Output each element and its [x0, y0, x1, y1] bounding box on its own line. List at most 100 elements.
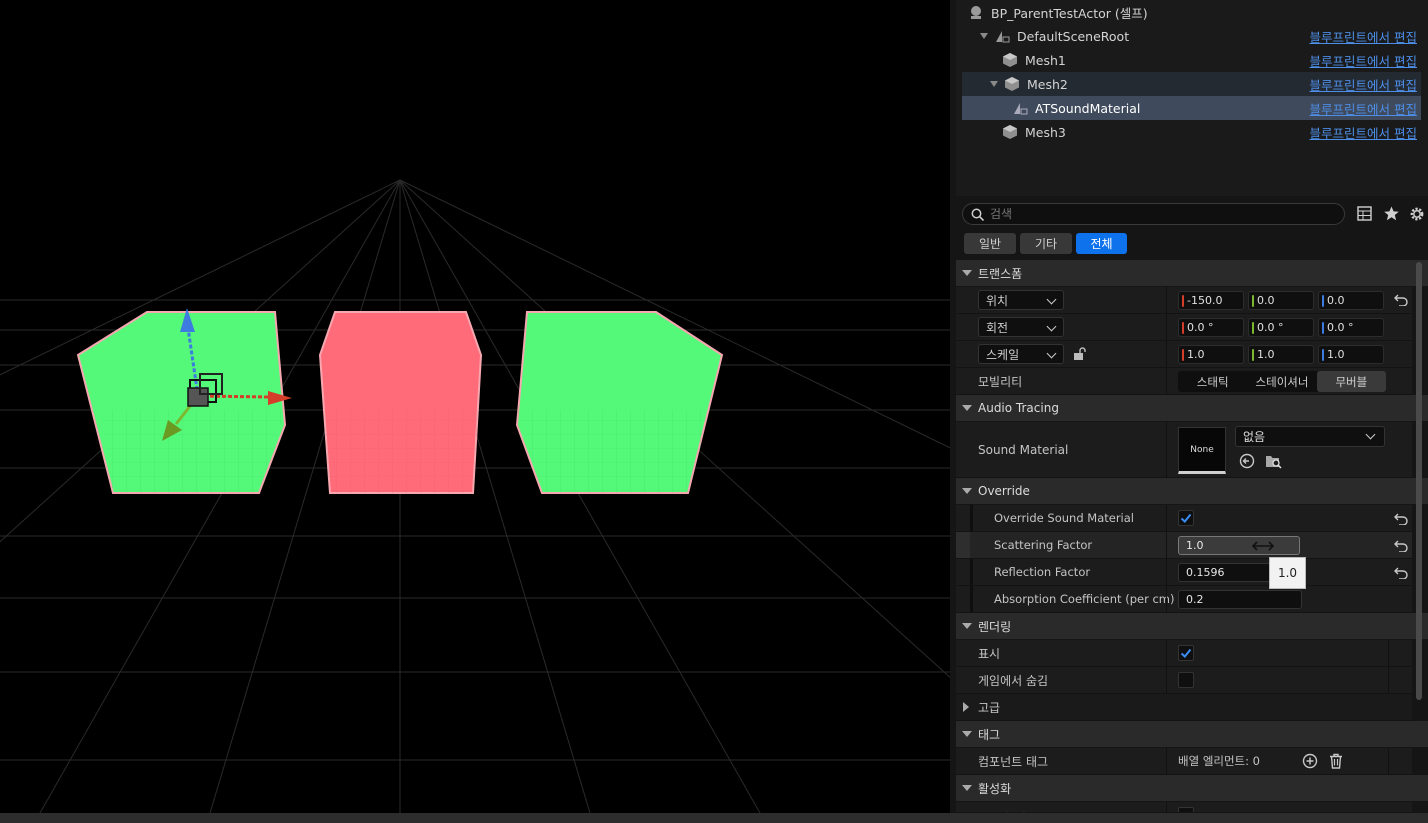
- mobility-stationary[interactable]: 스테이셔너: [1247, 371, 1316, 392]
- edit-in-blueprint-link[interactable]: 블루프린트에서 편집: [1310, 99, 1417, 118]
- reset-to-default-icon[interactable]: [1394, 513, 1408, 525]
- property-location: 위치 -150.0 0.0 0.0: [956, 287, 1412, 314]
- override-sound-material-checkbox[interactable]: [1178, 510, 1194, 526]
- mobility-static[interactable]: 스태틱: [1178, 371, 1247, 392]
- array-elements-count: 배열 엘리먼트: 0: [1178, 754, 1260, 768]
- tree-item-atsoundmaterial[interactable]: ATSoundMaterial 블루프린트에서 편집: [962, 96, 1421, 120]
- sound-material-value: 없음: [1243, 430, 1266, 444]
- category-transform[interactable]: 트랜스폼: [956, 260, 1428, 286]
- add-element-icon[interactable]: [1302, 753, 1318, 769]
- category-rendering[interactable]: 렌더링: [956, 613, 1428, 639]
- tab-all[interactable]: 전체: [1076, 233, 1127, 254]
- expand-arrow-icon: [963, 702, 969, 712]
- mobility-segmented: 스태틱 스테이셔너 무버블: [1178, 371, 1386, 392]
- reset-to-default-icon[interactable]: [1394, 567, 1408, 579]
- scattering-factor-field[interactable]: 1.0: [1178, 536, 1300, 555]
- scene-root-icon: [996, 31, 1010, 43]
- cube-mesh2[interactable]: [318, 311, 483, 494]
- tree-item-mesh3[interactable]: Mesh3 블루프린트에서 편집: [962, 120, 1421, 144]
- scale-x-field[interactable]: 1.0: [1178, 345, 1244, 364]
- override-sound-material-label: Override Sound Material: [994, 511, 1134, 525]
- location-dropdown[interactable]: 위치: [978, 290, 1064, 310]
- scale-z-field[interactable]: 1.0: [1318, 345, 1384, 364]
- hidden-in-game-checkbox[interactable]: [1178, 672, 1194, 688]
- scale-y-field[interactable]: 1.0: [1248, 345, 1314, 364]
- collapse-arrow-icon: [962, 623, 972, 629]
- sound-material-combo[interactable]: 없음: [1235, 426, 1385, 447]
- asset-thumbnail[interactable]: None: [1178, 427, 1226, 474]
- location-x-field[interactable]: -150.0: [1178, 291, 1244, 310]
- browse-asset-icon[interactable]: [1265, 453, 1282, 469]
- reset-to-default-icon[interactable]: [1394, 294, 1408, 306]
- use-selected-asset-icon[interactable]: [1239, 453, 1255, 469]
- tree-item-label: DefaultSceneRoot: [1017, 28, 1130, 44]
- property-override-sound-material: Override Sound Material: [956, 505, 1412, 532]
- chevron-down-icon: [1046, 348, 1057, 359]
- reset-to-default-icon[interactable]: [1394, 540, 1408, 552]
- rotation-x-field[interactable]: 0.0 °: [1178, 318, 1244, 337]
- cube-mesh1[interactable]: [76, 311, 287, 494]
- location-z-field[interactable]: 0.0: [1318, 291, 1384, 310]
- details-search[interactable]: [962, 203, 1345, 225]
- level-viewport[interactable]: [0, 0, 950, 813]
- static-mesh-icon: [1005, 77, 1019, 91]
- rotation-label: 회전: [986, 320, 1009, 335]
- tree-item-defaultsceneroot[interactable]: DefaultSceneRoot 블루프린트에서 편집: [962, 24, 1421, 48]
- property-sound-material: Sound Material None 없음: [956, 422, 1412, 478]
- category-override[interactable]: Override: [956, 478, 1428, 504]
- static-mesh-icon: [1003, 125, 1017, 139]
- static-mesh-icon: [1003, 53, 1017, 67]
- delete-trash-icon[interactable]: [1329, 753, 1343, 769]
- collapse-arrow-icon: [962, 405, 972, 411]
- tab-misc[interactable]: 기타: [1020, 233, 1072, 254]
- table-view-icon[interactable]: [1357, 206, 1372, 221]
- subcategory-advanced[interactable]: 고급: [956, 694, 1412, 721]
- tree-item-actor[interactable]: BP_ParentTestActor (셀프): [962, 0, 1421, 24]
- rotation-dropdown[interactable]: 회전: [978, 317, 1064, 337]
- details-scrollbar[interactable]: [1416, 262, 1422, 700]
- sound-material-label: Sound Material: [978, 443, 1069, 457]
- location-y-field[interactable]: 0.0: [1248, 291, 1314, 310]
- tree-item-mesh2[interactable]: Mesh2 블루프린트에서 편집: [962, 72, 1421, 96]
- absorption-coefficient-field[interactable]: 0.2: [1178, 590, 1302, 609]
- component-tree: BP_ParentTestActor (셀프) DefaultSceneRoot…: [956, 0, 1428, 196]
- category-activation[interactable]: 활성화: [956, 775, 1428, 801]
- favorite-star-icon[interactable]: [1384, 206, 1399, 221]
- unlock-icon[interactable]: [1072, 347, 1086, 361]
- viewport-scene[interactable]: [0, 0, 950, 813]
- expand-arrow-icon[interactable]: [990, 81, 998, 87]
- visible-checkbox[interactable]: [1178, 645, 1194, 661]
- tree-item-label: Mesh1: [1025, 52, 1066, 68]
- search-input[interactable]: [990, 207, 1310, 221]
- mobility-movable[interactable]: 무버블: [1316, 371, 1386, 392]
- tab-general[interactable]: 일반: [964, 233, 1016, 254]
- expand-arrow-icon[interactable]: [980, 33, 988, 39]
- edit-in-blueprint-link[interactable]: 블루프린트에서 편집: [1310, 75, 1417, 94]
- category-title: 태그: [978, 727, 1001, 742]
- category-audio-tracing[interactable]: Audio Tracing: [956, 395, 1428, 421]
- edit-in-blueprint-link[interactable]: 블루프린트에서 편집: [1310, 27, 1417, 46]
- property-visible: 표시: [956, 640, 1412, 667]
- property-scattering-factor: Scattering Factor 1.0: [956, 532, 1412, 559]
- edit-in-blueprint-link[interactable]: 블루프린트에서 편집: [1310, 123, 1417, 142]
- auto-activate-checkbox[interactable]: [1178, 807, 1194, 812]
- rotation-y-field[interactable]: 0.0 °: [1248, 318, 1314, 337]
- checkmark-icon: [1180, 513, 1192, 523]
- tree-item-mesh1[interactable]: Mesh1 블루프린트에서 편집: [962, 48, 1421, 72]
- scattering-factor-value: 1.0: [1186, 539, 1204, 552]
- cube-mesh3[interactable]: [515, 311, 724, 494]
- category-tags[interactable]: 태그: [956, 721, 1428, 747]
- settings-gear-icon[interactable]: [1409, 206, 1425, 222]
- tree-item-label: ATSoundMaterial: [1035, 100, 1141, 116]
- collapse-arrow-icon: [962, 270, 972, 276]
- scale-dropdown[interactable]: 스케일: [978, 344, 1064, 364]
- tree-item-label: BP_ParentTestActor (셀프): [991, 5, 1148, 21]
- collapse-arrow-icon: [962, 488, 972, 494]
- edit-in-blueprint-link[interactable]: 블루프린트에서 편집: [1310, 51, 1417, 70]
- rotation-z-field[interactable]: 0.0 °: [1318, 318, 1384, 337]
- category-title: 트랜스폼: [978, 266, 1023, 281]
- category-title: Audio Tracing: [978, 401, 1059, 415]
- property-component-tags: 컴포넌트 태그 배열 엘리먼트: 0: [956, 748, 1412, 775]
- tree-item-label: Mesh2: [1027, 76, 1068, 92]
- category-title: 활성화: [978, 781, 1012, 796]
